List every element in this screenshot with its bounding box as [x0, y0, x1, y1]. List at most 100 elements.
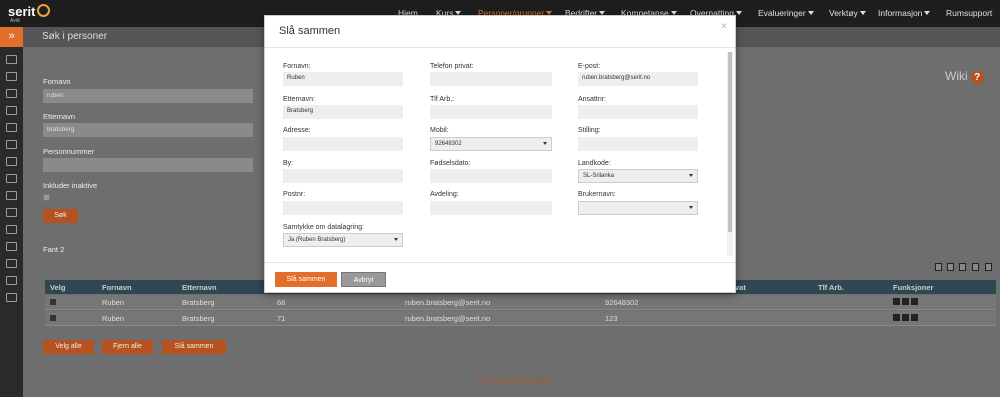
report-icon[interactable] — [6, 225, 17, 234]
table-row[interactable]: Ruben Bratsberg 68 ruben.bratsberg@serit… — [45, 295, 996, 310]
samtykke-value: Ja (Ruben Bratsberg) — [288, 237, 346, 243]
logout-icon[interactable] — [6, 293, 17, 302]
confirm-merge-button[interactable]: Slå sammen — [275, 272, 337, 287]
pdf-export-icon[interactable] — [935, 263, 942, 271]
close-icon[interactable]: × — [721, 21, 727, 32]
document-icon[interactable] — [6, 208, 17, 217]
add-user-icon[interactable] — [6, 157, 17, 166]
dialog-title: Slå sammen — [279, 25, 341, 37]
row-select-checkbox[interactable] — [50, 299, 56, 305]
logo-subtitle: Avdi — [10, 18, 20, 24]
select-all-button[interactable]: Velg alle — [43, 340, 94, 354]
users-icon[interactable] — [6, 123, 17, 132]
wiki-label: Wiki — [945, 69, 968, 83]
landkode-select[interactable]: SL-Srilanka — [578, 169, 698, 183]
cell-etternavn: Bratsberg — [182, 298, 215, 307]
by-field[interactable] — [283, 169, 403, 183]
column-header-etternavn[interactable]: Etternavn — [182, 283, 217, 292]
list-icon[interactable] — [6, 242, 17, 251]
samtykke-select[interactable]: Ja (Ruben Bratsberg) — [283, 233, 403, 247]
fodselsdato-field[interactable] — [430, 169, 552, 183]
dialog-scrollbar[interactable] — [727, 52, 733, 256]
help-icon: ? — [970, 71, 984, 84]
dropdown-arrow-icon — [689, 206, 693, 209]
footer-copyright: © 2018 Serit Kursadmin — [477, 378, 552, 385]
cell-epost: ruben.bratsberg@serit.no — [405, 298, 491, 307]
inkluder-inaktive-checkbox[interactable] — [43, 194, 50, 201]
row-select-checkbox[interactable] — [50, 315, 56, 321]
etternavn-field[interactable]: Bratsberg — [283, 105, 403, 119]
epost-field[interactable]: ruben.bratsberg@serit.no — [578, 72, 698, 86]
ansattnr-field[interactable] — [578, 105, 698, 119]
trash-icon[interactable] — [911, 314, 918, 321]
etternavn-input[interactable]: bratsberg — [43, 123, 253, 137]
mobil-select[interactable]: 92648302 — [430, 137, 552, 151]
checklist-icon[interactable] — [6, 174, 17, 183]
trash-icon[interactable] — [911, 298, 918, 305]
gear-icon[interactable] — [6, 276, 17, 285]
view-icon[interactable] — [893, 298, 900, 305]
cell-id: 71 — [277, 314, 286, 323]
personnummer-input[interactable] — [43, 158, 253, 172]
page-title: Søk i personer — [42, 31, 108, 42]
brukernavn-select[interactable] — [578, 201, 698, 215]
column-header-tlf-arb[interactable]: Tlf Arb. — [818, 283, 844, 292]
avdeling-field[interactable] — [430, 201, 552, 215]
cell-fornavn: Ruben — [102, 314, 125, 323]
dropdown-arrow-icon — [689, 174, 693, 177]
calendar-icon[interactable] — [6, 72, 17, 81]
serit-logo[interactable]: serit Avdi — [8, 4, 51, 24]
nav-rumsupport[interactable]: Rumsupport — [946, 8, 992, 18]
avdeling-label: Avdeling: — [430, 191, 459, 198]
nav-verktoy[interactable]: Verktøy — [829, 8, 866, 18]
postnr-field[interactable] — [283, 201, 403, 215]
clock-icon[interactable] — [6, 191, 17, 200]
adresse-field[interactable] — [283, 137, 403, 151]
column-header-telefon-privat[interactable]: vat — [735, 283, 746, 292]
epost-label: E-post: — [578, 63, 601, 70]
fornavn-label: Fornavn: — [283, 63, 311, 70]
tlf-arb-field[interactable] — [430, 105, 552, 119]
columns-icon[interactable] — [985, 263, 992, 271]
search-button[interactable]: Søk — [43, 209, 78, 223]
group-icon[interactable] — [6, 140, 17, 149]
column-header-funksjoner: Funksjoner — [893, 283, 934, 292]
cell-etternavn: Bratsberg — [182, 314, 215, 323]
fornavn-field[interactable]: Ruben — [283, 72, 403, 86]
stilling-field[interactable] — [578, 137, 698, 151]
view-icon[interactable] — [893, 314, 900, 321]
home-icon[interactable] — [6, 55, 17, 64]
excel-export-icon[interactable] — [947, 263, 954, 271]
telefon-privat-field[interactable] — [430, 72, 552, 86]
chevron-down-icon — [807, 11, 814, 15]
archive-icon[interactable] — [6, 259, 17, 268]
sidebar-toggle-icon[interactable]: » — [0, 27, 23, 47]
nav-label: Evalueringer — [758, 8, 806, 18]
chevron-down-icon — [924, 11, 931, 15]
clear-all-button[interactable]: Fjern alle — [102, 340, 153, 354]
column-header-velg[interactable]: Velg — [50, 283, 65, 292]
csv-export-icon[interactable] — [959, 263, 966, 271]
mobil-label: Mobil: — [430, 127, 449, 134]
fornavn-input[interactable]: ruben — [43, 89, 253, 103]
print-icon[interactable] — [972, 263, 979, 271]
book-icon[interactable] — [6, 89, 17, 98]
nav-evalueringer[interactable]: Evalueringer — [758, 8, 814, 18]
edit-icon[interactable] — [902, 298, 909, 305]
tlf-arb-label: Tlf Arb.: — [430, 96, 455, 103]
scrollbar-thumb[interactable] — [728, 52, 732, 232]
dialog-footer-divider — [265, 262, 735, 263]
cell-mobil: 123 — [605, 314, 618, 323]
telefon-privat-label: Telefon privat: — [430, 63, 474, 70]
dialog-divider — [265, 47, 735, 48]
table-row[interactable]: Ruben Bratsberg 71 ruben.bratsberg@serit… — [45, 311, 996, 326]
building-icon[interactable] — [6, 106, 17, 115]
nav-informasjon[interactable]: Informasjon — [878, 8, 931, 18]
edit-icon[interactable] — [902, 314, 909, 321]
postnr-label: Postnr: — [283, 191, 306, 198]
dropdown-arrow-icon — [394, 238, 398, 241]
merge-button[interactable]: Slå sammen — [162, 340, 226, 354]
cancel-button[interactable]: Avbryt — [341, 272, 386, 287]
wiki-link[interactable]: Wiki? — [945, 69, 984, 84]
column-header-fornavn[interactable]: Fornavn — [102, 283, 132, 292]
